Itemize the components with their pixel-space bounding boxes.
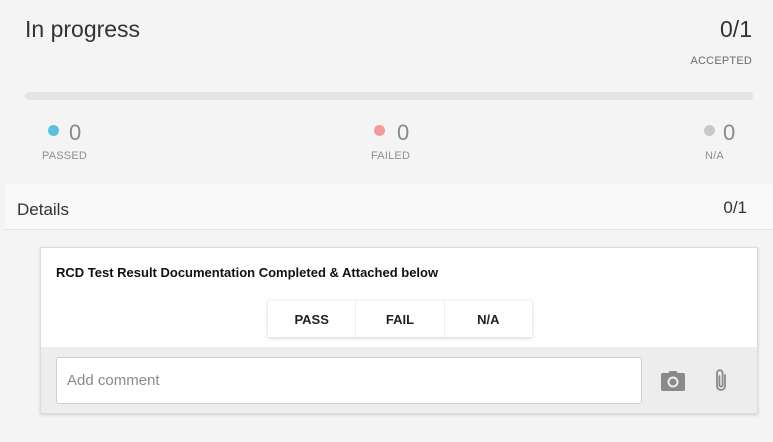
- details-header[interactable]: Details 0/1: [5, 184, 773, 230]
- na-button[interactable]: N/A: [445, 301, 532, 337]
- paperclip-icon[interactable]: [707, 367, 735, 395]
- failed-dot-icon: [374, 125, 385, 136]
- details-count: 0/1: [723, 198, 747, 217]
- status-title: In progress: [25, 16, 141, 42]
- na-label: N/A: [705, 150, 724, 162]
- pass-button[interactable]: PASS: [268, 301, 357, 337]
- fail-button[interactable]: FAIL: [356, 301, 445, 337]
- passed-count: 0: [69, 120, 82, 145]
- progress-bar: [25, 92, 753, 100]
- accepted-label: ACCEPTED: [690, 55, 752, 67]
- details-title: Details: [17, 200, 69, 219]
- passed-dot-icon: [48, 125, 59, 136]
- comment-bar: [41, 347, 757, 413]
- failed-count: 0: [397, 120, 410, 145]
- result-choice-group: PASS FAIL N/A: [268, 301, 532, 337]
- checklist-item-card: RCD Test Result Documentation Completed …: [40, 247, 758, 414]
- failed-label: FAILED: [371, 150, 411, 162]
- na-count: 0: [723, 120, 736, 145]
- accepted-count: 0/1: [720, 16, 752, 42]
- comment-input[interactable]: [56, 357, 642, 404]
- na-dot-icon: [704, 125, 715, 136]
- passed-label: PASSED: [42, 150, 88, 162]
- progress-summary: In progress 0/1 ACCEPTED 0 PASSED 0 FAIL…: [0, 0, 773, 184]
- camera-icon[interactable]: [659, 367, 687, 395]
- item-title: RCD Test Result Documentation Completed …: [56, 265, 439, 280]
